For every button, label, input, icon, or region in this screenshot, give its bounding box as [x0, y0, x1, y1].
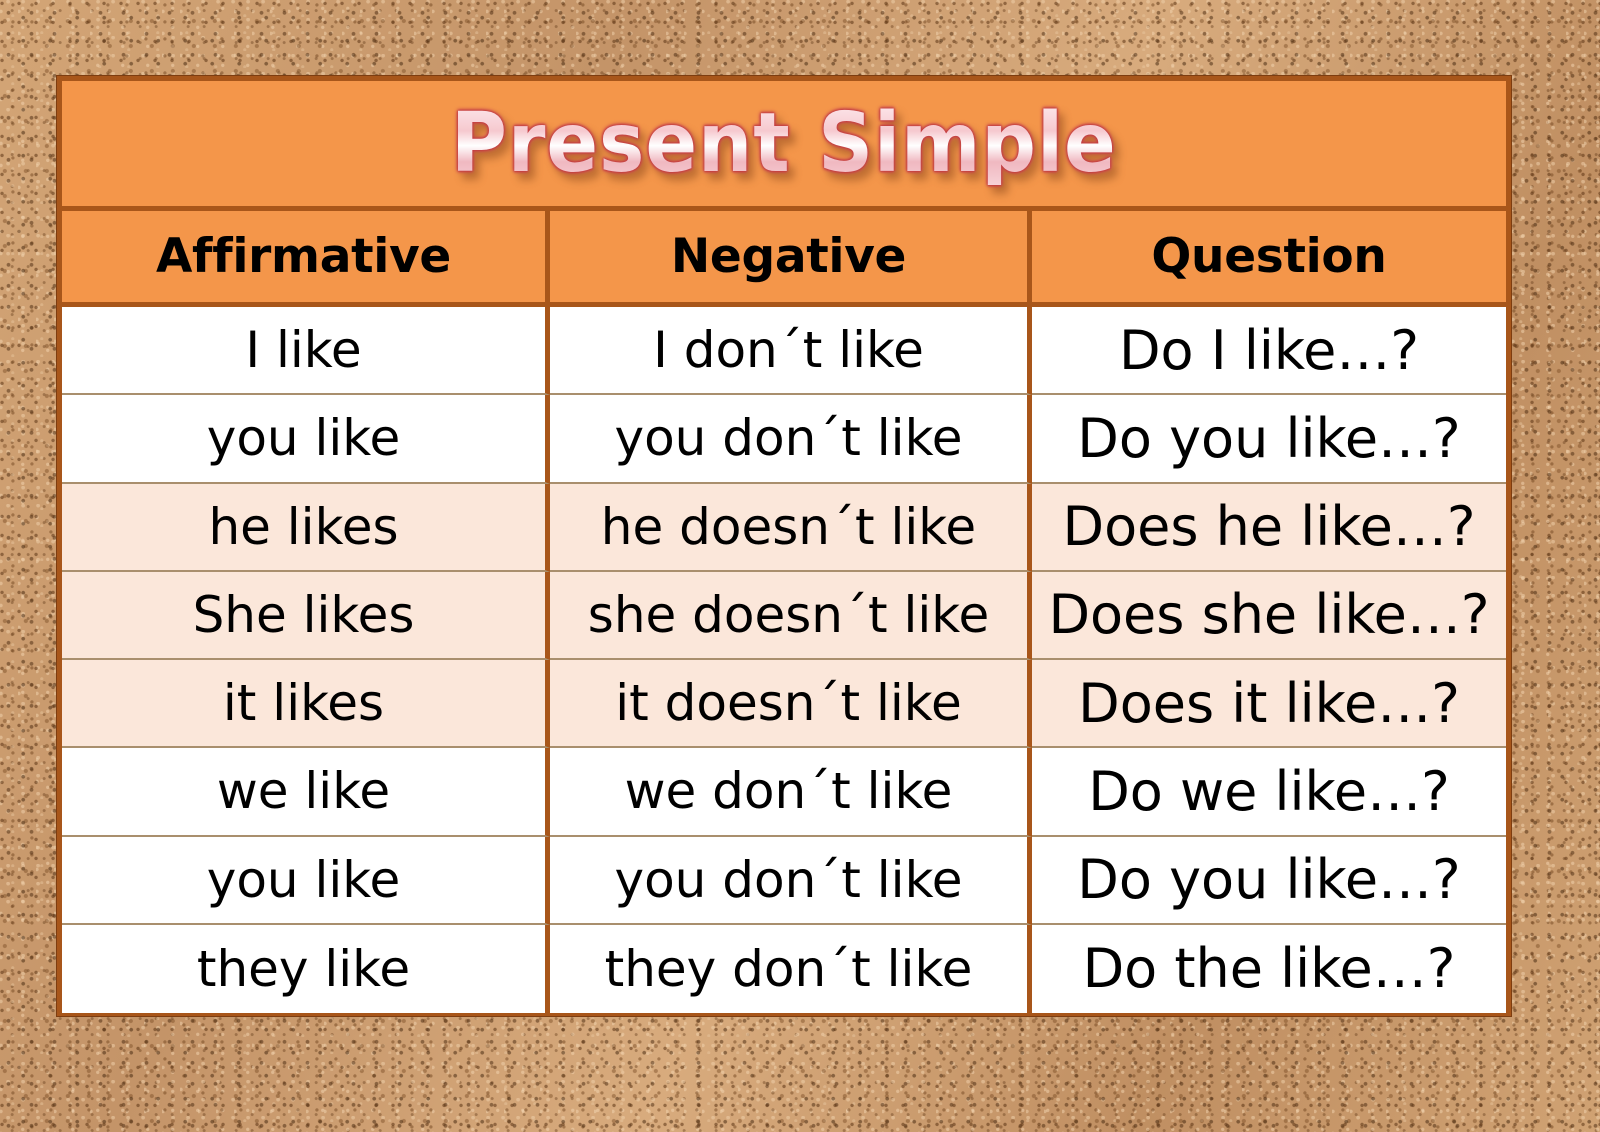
table-row: he likes he doesn´t like Does he like…? [62, 483, 1506, 572]
cell-affirmative: it likes [62, 660, 550, 749]
table-header-row: Affirmative Negative Question [62, 211, 1506, 307]
table-row: I like I don´t like Do I like…? [62, 307, 1506, 396]
cell-affirmative: I like [62, 307, 550, 396]
cell-question: Do the like…? [1032, 924, 1506, 1013]
cell-question: Does she like…? [1032, 571, 1506, 660]
cell-negative: you don´t like [550, 395, 1032, 484]
column-header-affirmative: Affirmative [62, 211, 550, 302]
present-simple-table-frame: Present Simple Affirmative Negative Ques… [57, 76, 1511, 1016]
cell-affirmative: we like [62, 748, 550, 837]
cell-question: Does it like…? [1032, 660, 1506, 749]
cell-affirmative: they like [62, 924, 550, 1013]
cork-board-background: Present Simple Affirmative Negative Ques… [0, 0, 1600, 1132]
table-row: She likes she doesn´t like Does she like… [62, 571, 1506, 660]
cell-negative: I don´t like [550, 307, 1032, 396]
cell-question: Do I like…? [1032, 307, 1506, 396]
table-row: they like they don´t like Do the like…? [62, 924, 1506, 1013]
cell-negative: he doesn´t like [550, 483, 1032, 572]
cell-negative: she doesn´t like [550, 571, 1032, 660]
cell-negative: we don´t like [550, 748, 1032, 837]
cell-affirmative: he likes [62, 483, 550, 572]
title-banner: Present Simple [62, 81, 1506, 211]
cell-affirmative: you like [62, 836, 550, 925]
cell-question: Do you like…? [1032, 836, 1506, 925]
table-row: it likes it doesn´t like Does it like…? [62, 660, 1506, 749]
table-row: you like you don´t like Do you like…? [62, 395, 1506, 484]
table-body: I like I don´t like Do I like…? you like… [62, 307, 1506, 1013]
cell-affirmative: you like [62, 395, 550, 484]
cell-negative: they don´t like [550, 924, 1032, 1013]
cell-question: Do we like…? [1032, 748, 1506, 837]
cell-negative: it doesn´t like [550, 660, 1032, 749]
table-row: we like we don´t like Do we like…? [62, 748, 1506, 837]
column-header-negative: Negative [550, 211, 1032, 302]
table-row: you like you don´t like Do you like…? [62, 836, 1506, 925]
cell-question: Does he like…? [1032, 483, 1506, 572]
cell-question: Do you like…? [1032, 395, 1506, 484]
cell-negative: you don´t like [550, 836, 1032, 925]
column-header-question: Question [1032, 211, 1506, 302]
page-title: Present Simple [451, 95, 1117, 191]
cell-affirmative: She likes [62, 571, 550, 660]
